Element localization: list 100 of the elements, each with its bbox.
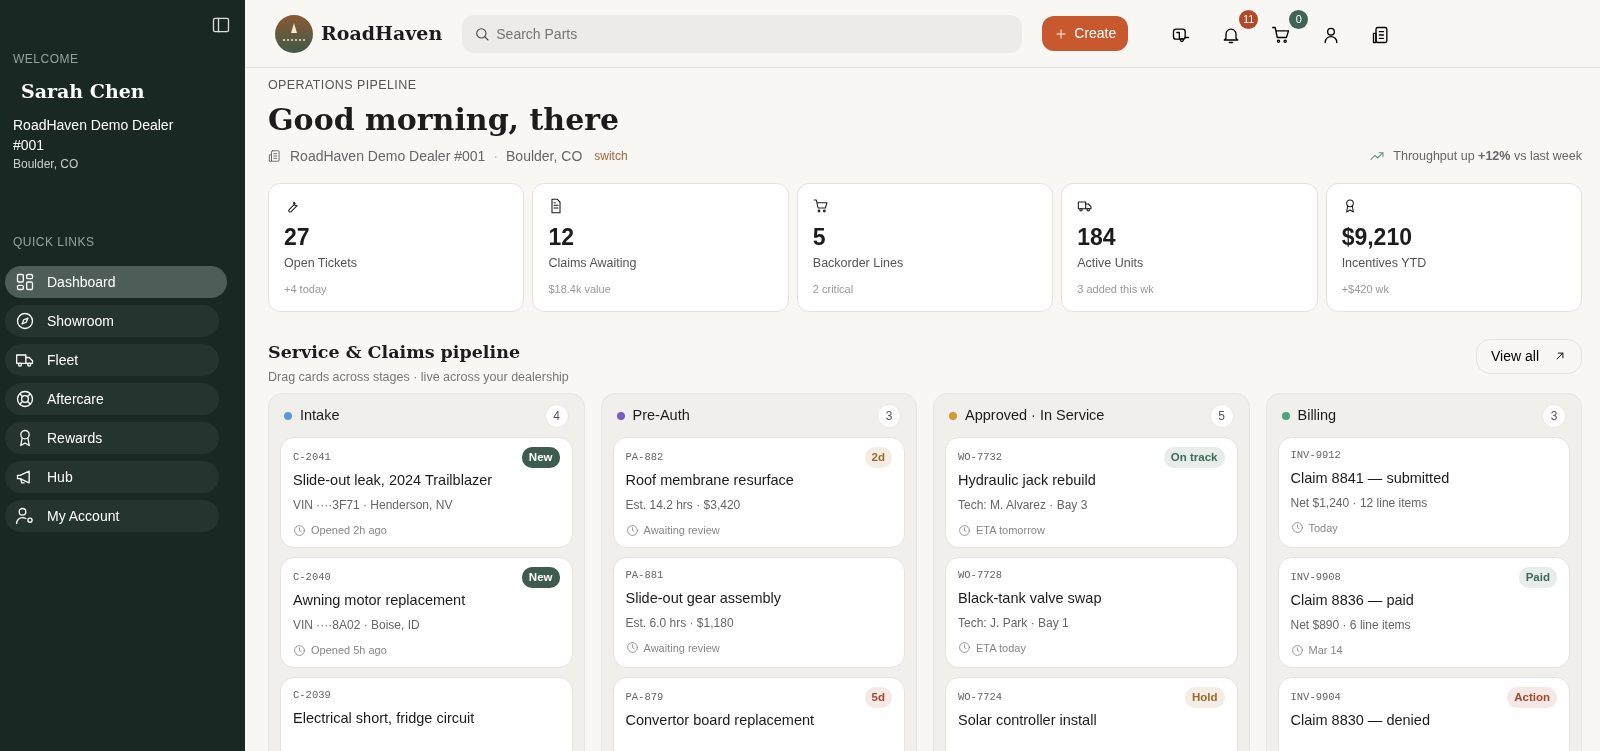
ticket-id: C-2039	[293, 688, 331, 704]
dealer-location: Boulder, CO	[506, 146, 583, 166]
separator-dot: ·	[493, 146, 498, 166]
ticket-card[interactable]: WO-7728 Black-tank valve swap Tech: J. Park · Bay 1 ETA today	[945, 556, 1238, 668]
ticket-id: INV-9912	[1290, 448, 1341, 464]
ticket-footer: ETA tomorrow	[976, 521, 1045, 539]
ticket-card[interactable]: PA-881 Slide-out gear assembly Est. 6.0 hrs · $1,180 Awaiting review	[612, 556, 905, 668]
ticket-card[interactable]: WO-7732 On track Hydraulic jack rebuild Tech: M. Alvarez · Bay 3 ETA tomorrow	[945, 436, 1238, 548]
kpi-value: 12	[548, 222, 575, 252]
section-title: Service & Claims pipeline	[268, 340, 521, 364]
status-tag: Hold	[1184, 686, 1225, 708]
create-button[interactable]: Create	[1042, 16, 1129, 51]
kpi-value: 184	[1077, 222, 1117, 252]
ticket-card[interactable]: C-2039 Electrical short, fridge circuit	[280, 676, 573, 751]
kpi-label: Active Units	[1077, 255, 1145, 273]
section-subtitle: Drag cards across stages · live across your dealership	[268, 369, 569, 386]
notification-count: 11	[1238, 9, 1259, 29]
ticket-footer: Mar 14	[1308, 641, 1343, 659]
plus-icon	[1054, 26, 1069, 41]
kpi-label: Open Tickets	[284, 255, 358, 273]
dealer-name: RoadHaven Demo Dealer #001	[290, 146, 486, 166]
stage-count: 3	[877, 403, 901, 428]
ticket-title: Roof membrane resurface	[625, 471, 795, 490]
building-icon	[268, 149, 282, 164]
nav-item[interactable]: Showroom	[5, 305, 219, 338]
kpi-label: Incentives YTD	[1341, 255, 1428, 273]
stage-count: 4	[544, 403, 569, 428]
ticket-card[interactable]: PA-882 2d Roof membrane resurface Est. 14.2 hrs · $3,420 Awaiting review	[612, 436, 905, 548]
ticket-footer: Awaiting review	[643, 521, 720, 539]
status-tag: 5d	[864, 686, 892, 708]
stage-name: Pre-Auth	[632, 405, 690, 425]
status-tag: Action	[1507, 686, 1557, 708]
kpi-value: 27	[284, 222, 311, 252]
welcome-label: WELCOME	[13, 51, 80, 68]
clock-icon	[293, 523, 306, 537]
switch-link[interactable]: switch	[594, 147, 628, 166]
ticket-card[interactable]: C-2040 New Awning motor replacement VIN ····8A02 · Boise, ID Opened 5h ago	[280, 556, 573, 668]
kpi-label: Backorder Lines	[812, 255, 905, 273]
kpi-note: 2 critical	[812, 282, 855, 297]
ticket-title: Claim 8841 — submitted	[1290, 468, 1451, 488]
cart-icon	[1271, 24, 1292, 45]
kpi-note: +$420 wk	[1341, 282, 1391, 297]
status-tag: Paid	[1518, 566, 1557, 588]
nav-item[interactable]: Hub	[5, 461, 219, 494]
clock-icon	[625, 641, 639, 655]
ticket-card[interactable]: INV-9908 Paid Claim 8836 — paid Net $890 · 6 line items Mar 14	[1277, 556, 1570, 668]
nav-item[interactable]: Dashboard	[5, 266, 227, 299]
user-gear-icon	[15, 506, 35, 527]
ticket-card[interactable]: WO-7724 Hold Solar controller install	[945, 676, 1238, 751]
ticket-footer: ETA today	[976, 639, 1026, 656]
kpi-value: 5	[812, 222, 827, 252]
ticket-id: INV-9904	[1290, 689, 1341, 705]
search-field[interactable]: Search Parts	[462, 14, 1023, 53]
throughput-text: Throughput up +12% vs last week	[1393, 147, 1582, 165]
nav-item[interactable]: Aftercare	[5, 383, 219, 416]
ticket-meta: VIN ····3F71 · Henderson, NV	[293, 496, 454, 514]
ticket-title: Hydraulic jack rebuild	[958, 471, 1097, 490]
ticket-title: Claim 8836 — paid	[1290, 591, 1415, 610]
ticket-card[interactable]: PA-879 5d Convertor board replacement	[612, 676, 905, 751]
ticket-title: Black-tank valve swap	[958, 588, 1103, 608]
ticket-title: Slide-out leak, 2024 Trailblazer	[293, 471, 494, 490]
ticket-meta: Net $890 · 6 line items	[1290, 616, 1412, 634]
nav-item[interactable]: My Account	[5, 500, 219, 533]
ticket-card[interactable]: INV-9912 Claim 8841 — submitted Net $1,240 · 12 line items Today	[1277, 436, 1570, 548]
ticket-meta: Tech: M. Alvarez · Bay 3	[958, 496, 1089, 514]
clock-icon	[293, 643, 306, 657]
ticket-id: WO-7732	[958, 449, 1003, 465]
clock-icon	[1290, 521, 1304, 535]
nav-item[interactable]: Rewards	[5, 422, 219, 455]
logo-icon	[275, 14, 313, 53]
ticket-title: Electrical short, fridge circuit	[293, 708, 476, 728]
ticket-card[interactable]: C-2041 New Slide-out leak, 2024 Trailblazer VIN ····3F71 · Henderson, NV Opened 2h ago	[280, 436, 573, 548]
ticket-title: Slide-out gear assembly	[625, 588, 783, 608]
kpi-note: 3 added this wk	[1077, 282, 1155, 297]
ticket-id: INV-9908	[1290, 569, 1341, 585]
ticket-footer: Awaiting review	[643, 639, 720, 656]
view-all-button[interactable]: View all	[1476, 338, 1582, 374]
quick-links-label: QUICK LINKS	[13, 234, 96, 252]
stage-name: Approved · In Service	[965, 405, 1105, 425]
status-tag: New	[521, 566, 560, 588]
ticket-card[interactable]: INV-9904 Action Claim 8830 — denied	[1277, 676, 1570, 751]
ticket-title: Solar controller install	[958, 711, 1098, 730]
ticket-meta: Est. 14.2 hrs · $3,420	[625, 496, 742, 514]
cart-icon	[812, 197, 829, 214]
clock-icon	[625, 523, 639, 537]
dealer-name: RoadHaven Demo Dealer #001	[13, 115, 175, 155]
clock-icon	[958, 523, 971, 537]
status-tag: On track	[1163, 446, 1225, 468]
ticket-id: PA-879	[625, 689, 664, 705]
nav-item[interactable]: Fleet	[5, 344, 219, 377]
ticket-id: C-2041	[293, 449, 331, 465]
kpi-note: +4 today	[284, 282, 328, 297]
ticket-footer: Opened 2h ago	[311, 521, 387, 539]
kpi-note: $18.4k value	[548, 282, 612, 297]
greeting-heading: Good morning, there	[268, 100, 621, 139]
ticket-footer: Today	[1308, 519, 1338, 536]
stage-count: 5	[1209, 403, 1234, 428]
kpi-label: Claims Awaiting	[548, 255, 638, 273]
dealer-location: Boulder, CO	[13, 156, 80, 174]
clock-icon	[1290, 643, 1304, 657]
